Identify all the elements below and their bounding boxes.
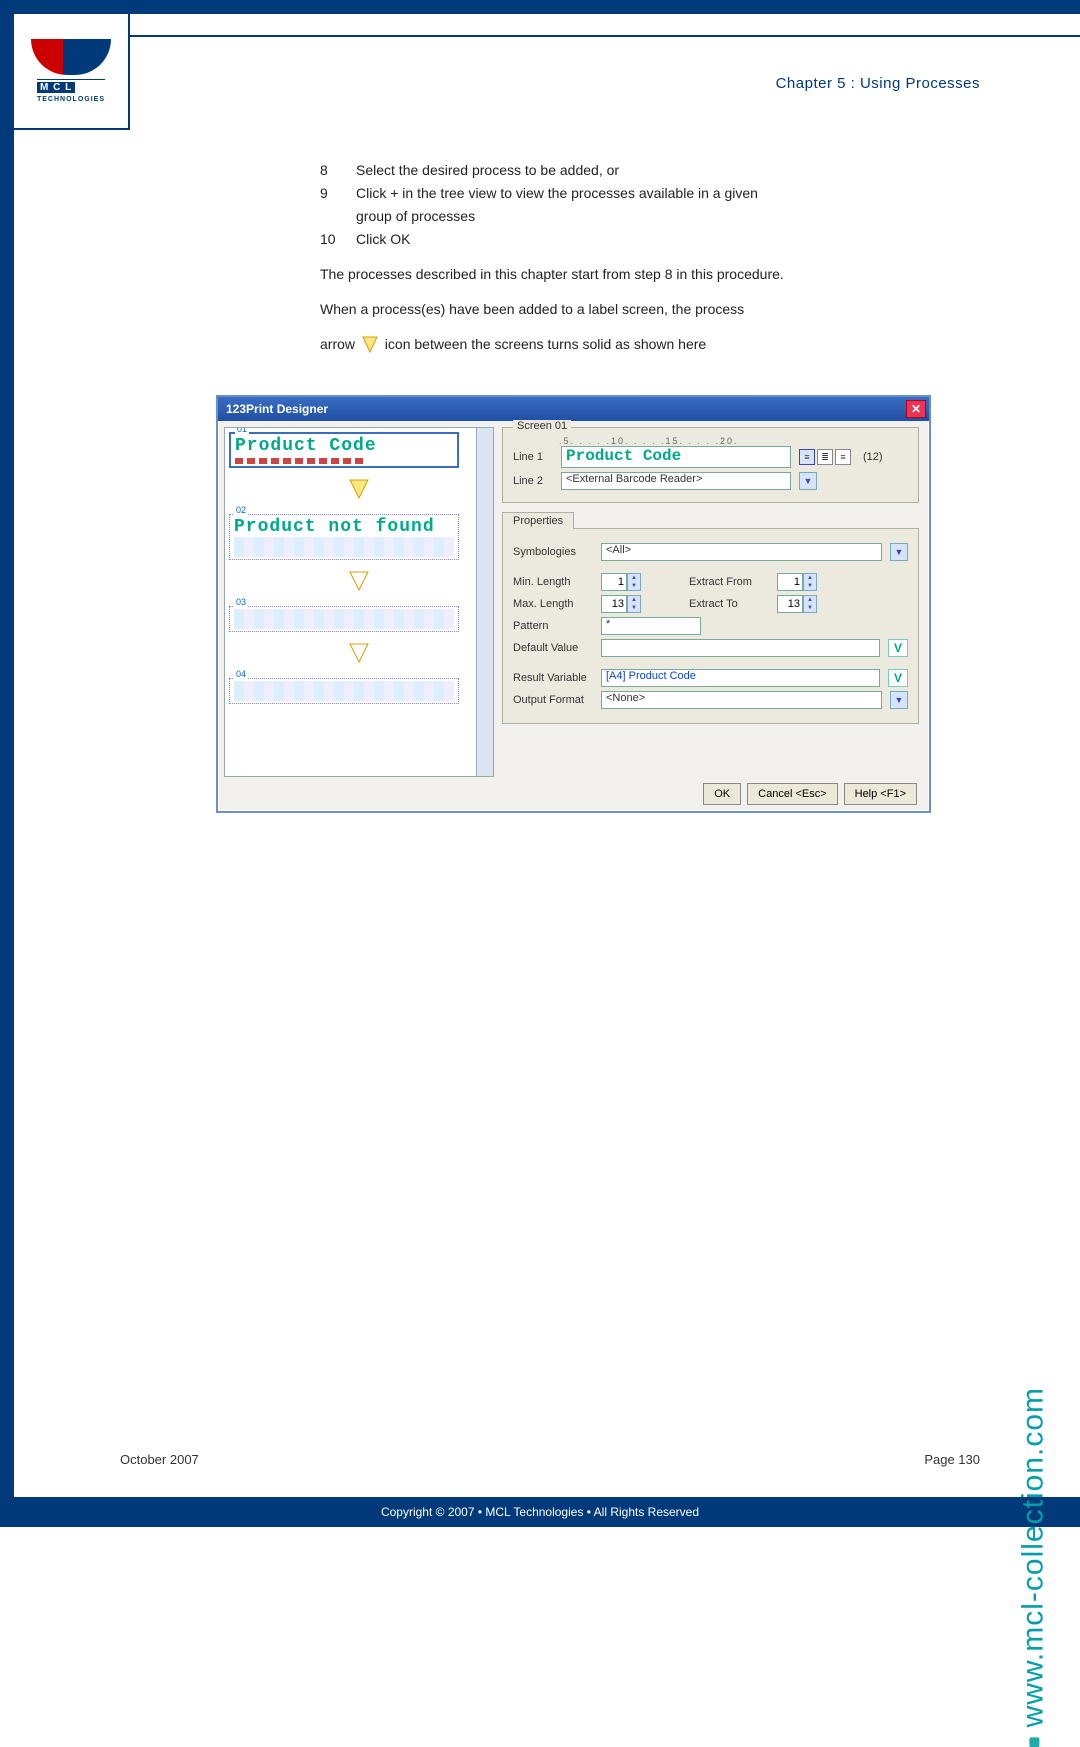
chapter-title: Chapter 5 : Using Processes	[776, 75, 980, 92]
dialog-title: 123Print Designer	[226, 397, 328, 421]
symbologies-label: Symbologies	[513, 546, 593, 558]
scroll-down-icon[interactable]: ▼	[479, 762, 491, 774]
extract-from-label: Extract From	[689, 576, 769, 588]
symbologies-dropdown-icon[interactable]: ▼	[890, 543, 908, 561]
output-format-field[interactable]: <None>	[601, 691, 882, 709]
flow-arrow-icon	[347, 476, 371, 500]
screen-cell-02[interactable]: 02 Product not found	[229, 514, 459, 560]
pattern-label: Pattern	[513, 620, 593, 632]
header-rule	[130, 35, 1080, 37]
flow-arrow-icon-2	[347, 568, 371, 592]
paragraph-2b: arrow icon between the screens turns sol…	[320, 334, 920, 355]
default-value-field[interactable]	[601, 639, 880, 657]
scroll-up-icon[interactable]: ▲	[479, 430, 491, 442]
result-variable-label: Result Variable	[513, 672, 593, 684]
lcd-grid-icon	[234, 537, 454, 557]
logo-text: M C L TECHNOLOGIES	[37, 79, 105, 104]
cancel-button[interactable]: Cancel <Esc>	[747, 783, 837, 805]
variable-picker-icon[interactable]: V	[888, 639, 908, 657]
default-value-label: Default Value	[513, 642, 593, 654]
line2-field[interactable]: <External Barcode Reader>	[561, 472, 791, 490]
step-8: 8Select the desired process to be added,…	[320, 160, 920, 181]
cursor-row-icon	[235, 458, 453, 464]
website-link[interactable]: www.mcl-collection.com	[1016, 1387, 1049, 1727]
pattern-field[interactable]: *	[601, 617, 701, 635]
minlen-spinner[interactable]: ▲▼	[601, 573, 643, 591]
process-arrow-icon	[359, 336, 381, 354]
screen-cell-01[interactable]: 01 Product Code	[229, 432, 459, 468]
extract-to-spinner[interactable]: ▲▼	[777, 595, 819, 613]
align-left-icon[interactable]: ≡	[799, 449, 815, 465]
dialog-titlebar: 123Print Designer ✕	[218, 397, 929, 421]
result-variable-field[interactable]: [A4] Product Code	[601, 669, 880, 687]
logo-swoosh-icon	[31, 39, 111, 75]
logo-acronym: M C L	[37, 82, 75, 93]
ruler: .5. . . . .10. . . . .15. . . . .20.	[559, 436, 908, 446]
line2-label: Line 2	[513, 475, 553, 487]
align-right-icon[interactable]: ≡	[835, 449, 851, 465]
cell-02-text: Product not found	[234, 517, 454, 537]
page-border-left	[0, 0, 14, 1527]
symbologies-field[interactable]: <All>	[601, 543, 882, 561]
align-icons: ≡ ≣ ≡	[799, 449, 851, 465]
paragraph-1: The processes described in this chapter …	[320, 264, 920, 285]
step-10: 10Click OK	[320, 229, 920, 250]
screen-group: Screen 01 .5. . . . .10. . . . .15. . . …	[502, 427, 919, 503]
instruction-block: 8Select the desired process to be added,…	[320, 160, 920, 355]
side-url: www.mcl-collection.com	[1016, 1387, 1050, 1747]
close-icon[interactable]: ✕	[906, 400, 926, 418]
line2-dropdown-icon[interactable]: ▼	[799, 472, 817, 490]
char-count: (12)	[863, 451, 883, 463]
properties-tab[interactable]: Properties	[502, 512, 574, 529]
help-button[interactable]: Help <F1>	[844, 783, 917, 805]
minlen-label: Min. Length	[513, 576, 593, 588]
bullet-icon	[1029, 1737, 1039, 1747]
output-format-label: Output Format	[513, 694, 593, 706]
page-footer-bar: Copyright © 2007 • MCL Technologies • Al…	[0, 1497, 1080, 1527]
step-9: 9Click + in the tree view to view the pr…	[320, 183, 920, 204]
maxlen-spinner[interactable]: ▲▼	[601, 595, 643, 613]
properties-pane: Screen 01 .5. . . . .10. . . . .15. . . …	[500, 421, 929, 783]
copyright-text: Copyright © 2007 • MCL Technologies • Al…	[381, 1505, 699, 1519]
cell-01-text: Product Code	[235, 436, 453, 456]
variable-picker-icon-2[interactable]: V	[888, 669, 908, 687]
screen-cell-04[interactable]: 04	[229, 678, 459, 704]
footer-page: Page 130	[924, 1452, 980, 1467]
dialog-footer: OK Cancel <Esc> Help <F1>	[703, 783, 917, 805]
footer-date: October 2007	[120, 1452, 199, 1467]
align-center-icon[interactable]: ≣	[817, 449, 833, 465]
brand-logo: M C L TECHNOLOGIES	[14, 14, 130, 130]
extract-to-label: Extract To	[689, 598, 769, 610]
logo-tagline: TECHNOLOGIES	[37, 96, 105, 103]
step-9-cont: group of processes	[356, 206, 920, 227]
output-format-dropdown-icon[interactable]: ▼	[890, 691, 908, 709]
screen-cell-03[interactable]: 03	[229, 606, 459, 632]
line1-field[interactable]: Product Code	[561, 446, 791, 468]
paragraph-2a: When a process(es) have been added to a …	[320, 299, 920, 320]
properties-box: Symbologies <All> ▼ Min. Length ▲▼ Extra…	[502, 528, 919, 724]
maxlen-label: Max. Length	[513, 598, 593, 610]
extract-from-spinner[interactable]: ▲▼	[777, 573, 819, 591]
page-border-top	[0, 0, 1080, 14]
ok-button[interactable]: OK	[703, 783, 741, 805]
screen-legend: Screen 01	[513, 420, 571, 432]
screen-list-pane[interactable]: ▲ 01 Product Code 02 Product not found 0…	[224, 427, 494, 777]
line1-label: Line 1	[513, 451, 553, 463]
print-designer-dialog: 123Print Designer ✕ ▲ 01 Product Code 02…	[216, 395, 931, 813]
flow-arrow-icon-3	[347, 640, 371, 664]
